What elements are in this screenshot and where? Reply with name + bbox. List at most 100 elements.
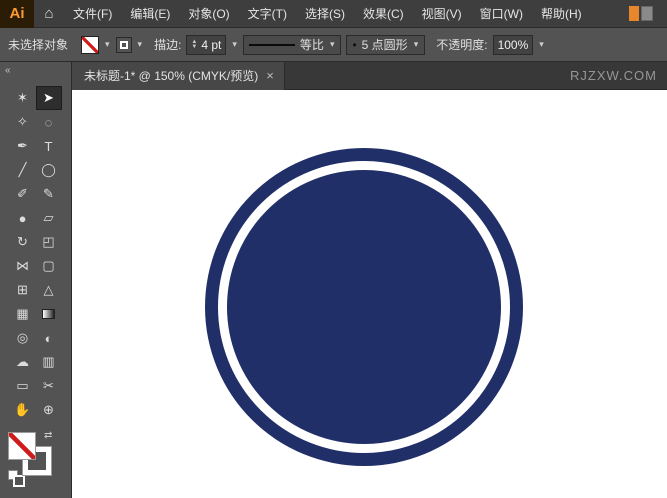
fill-stroke-indicator: ⇄ — [8, 430, 60, 487]
artwork-inner-ring — [218, 161, 510, 453]
menu-view[interactable]: 视图(V) — [413, 0, 471, 28]
gradient-tool-icon — [42, 309, 55, 319]
column-graph-tool[interactable]: ▥ — [36, 350, 62, 374]
artboard-tool-icon: ▭ — [16, 378, 29, 393]
stroke-chevron-icon[interactable]: ▾ — [137, 39, 144, 50]
type-tool-icon: T — [44, 138, 53, 154]
gradient-tool[interactable] — [36, 302, 62, 326]
artboard-tool[interactable]: ▭ — [10, 374, 36, 398]
blend-tool[interactable]: ◐ — [36, 326, 62, 350]
stroke-weight-label: 描边: — [154, 38, 182, 52]
blob-brush-tool-icon: ● — [18, 210, 27, 226]
tools-panel: « ✶ ➤ ✧ ◌ ✒ T ╱ ◯ ✐ ✎ ● ▱ ↻ ◰ ⋈ ▢ ⊞ △ ▦ — [0, 62, 72, 498]
scale-tool-icon: ◰ — [42, 234, 55, 249]
magic-wand-tool-icon: ✧ — [17, 114, 28, 129]
slice-tool[interactable]: ✂ — [36, 374, 62, 398]
control-bar: 未选择对象 ▾ ▾ 描边: ▲ ▼ 4 pt ▾ 等比 ▾ • 5 点圆形 ▾ … — [0, 28, 667, 62]
brush-chevron-icon: ▾ — [413, 39, 419, 49]
default-fill-stroke-icon[interactable] — [8, 470, 25, 487]
swap-fill-stroke-icon[interactable]: ⇄ — [44, 430, 52, 441]
app-logo: Ai — [0, 0, 34, 28]
symbol-sprayer-tool-icon: ☁ — [16, 354, 29, 369]
direct-selection-tool[interactable]: ➤ — [35, 86, 62, 110]
blob-brush-tool[interactable]: ● — [10, 206, 36, 230]
pencil-tool[interactable]: ✎ — [36, 182, 62, 206]
opacity-value[interactable]: 100% — [498, 38, 529, 52]
width-profile-value: 等比 — [299, 38, 324, 52]
selection-tool-icon: ✶ — [17, 90, 28, 105]
fill-indicator-swatch[interactable] — [8, 432, 36, 460]
direct-selection-tool-icon: ➤ — [43, 90, 54, 105]
tab-close-icon[interactable]: × — [266, 68, 274, 83]
fill-chevron-icon[interactable]: ▾ — [104, 39, 111, 50]
column-graph-tool-icon: ▥ — [42, 354, 55, 369]
main-region: « ✶ ➤ ✧ ◌ ✒ T ╱ ◯ ✐ ✎ ● ▱ ↻ ◰ ⋈ ▢ ⊞ △ ▦ — [0, 61, 667, 498]
menu-window[interactable]: 窗口(W) — [471, 0, 532, 28]
shape-builder-tool-icon: ⊞ — [17, 282, 28, 297]
eraser-tool-icon: ▱ — [43, 210, 54, 225]
eyedropper-tool-icon: ◎ — [16, 330, 29, 345]
rotate-tool[interactable]: ↻ — [10, 230, 36, 254]
paintbrush-tool[interactable]: ✐ — [10, 182, 36, 206]
type-tool[interactable]: T — [36, 134, 62, 158]
stroke-line-preview — [248, 43, 295, 46]
lasso-tool[interactable]: ◌ — [36, 110, 62, 134]
profile-chevron-icon: ▾ — [329, 39, 335, 49]
width-profile-dropdown[interactable]: 等比 ▾ — [242, 34, 342, 55]
stroke-weight-value[interactable]: 4 pt — [201, 38, 221, 52]
rotate-tool-icon: ↻ — [17, 234, 28, 249]
artboard-canvas[interactable] — [72, 90, 667, 498]
pen-tool[interactable]: ✒ — [10, 134, 36, 158]
opacity-chevron-icon[interactable]: ▾ — [538, 39, 545, 50]
workspace-switcher-icon[interactable] — [629, 6, 655, 21]
selection-tool[interactable]: ✶ — [10, 86, 36, 110]
stroke-weight-chevron-icon[interactable]: ▾ — [231, 39, 238, 50]
menu-object[interactable]: 对象(O) — [179, 0, 238, 28]
scale-tool[interactable]: ◰ — [36, 230, 62, 254]
document-tab-bar: 未标题-1* @ 150% (CMYK/预览) × RJZXW.COM — [72, 61, 667, 90]
brush-definition-dropdown[interactable]: • 5 点圆形 ▾ — [346, 34, 426, 55]
mesh-tool[interactable]: ▦ — [10, 302, 36, 326]
symbol-sprayer-tool[interactable]: ☁ — [10, 350, 36, 374]
illustrator-window: Ai ⌂ 文件(F) 编辑(E) 对象(O) 文字(T) 选择(S) 效果(C)… — [0, 0, 667, 498]
document-tab[interactable]: 未标题-1* @ 150% (CMYK/预览) × — [72, 61, 285, 90]
document-column: 未标题-1* @ 150% (CMYK/预览) × RJZXW.COM — [72, 61, 667, 498]
menu-type[interactable]: 文字(T) — [239, 0, 296, 28]
shape-builder-tool[interactable]: ⊞ — [10, 278, 36, 302]
stroke-swatch-inner — [119, 40, 128, 49]
width-tool[interactable]: ⋈ — [10, 254, 36, 278]
hand-tool[interactable]: ✋ — [10, 398, 36, 422]
stroke-weight-stepper[interactable]: ▲ ▼ — [191, 39, 197, 50]
zoom-tool[interactable]: ⊕ — [36, 398, 62, 422]
home-icon[interactable]: ⌂ — [34, 0, 64, 28]
stroke-weight-field[interactable]: ▲ ▼ 4 pt — [186, 34, 227, 55]
eraser-tool[interactable]: ▱ — [36, 206, 62, 230]
brush-preview-dot: • — [352, 37, 357, 52]
menu-file[interactable]: 文件(F) — [64, 0, 121, 28]
menu-bar: Ai ⌂ 文件(F) 编辑(E) 对象(O) 文字(T) 选择(S) 效果(C)… — [0, 0, 667, 28]
paintbrush-tool-icon: ✐ — [17, 186, 28, 201]
menu-help[interactable]: 帮助(H) — [532, 0, 591, 28]
watermark-text: RJZXW.COM — [570, 68, 657, 83]
menu-effect[interactable]: 效果(C) — [354, 0, 413, 28]
free-transform-tool[interactable]: ▢ — [36, 254, 62, 278]
mesh-tool-icon: ▦ — [16, 306, 29, 321]
menu-select[interactable]: 选择(S) — [296, 0, 354, 28]
pencil-tool-icon: ✎ — [43, 186, 54, 201]
opacity-field[interactable]: 100% — [492, 34, 534, 55]
eyedropper-tool[interactable]: ◎ — [10, 326, 36, 350]
perspective-grid-tool[interactable]: △ — [36, 278, 62, 302]
artwork-circle[interactable] — [205, 148, 523, 466]
pen-tool-icon: ✒ — [17, 138, 28, 153]
toolbar-collapse-icon[interactable]: « — [0, 62, 71, 80]
line-segment-tool[interactable]: ╱ — [10, 158, 36, 182]
selection-status-label: 未选择对象 — [8, 38, 69, 52]
ellipse-tool[interactable]: ◯ — [36, 158, 62, 182]
stepper-down-icon[interactable]: ▼ — [191, 44, 197, 50]
magic-wand-tool[interactable]: ✧ — [10, 110, 36, 134]
stroke-color-swatch[interactable] — [115, 36, 132, 53]
menu-edit[interactable]: 编辑(E) — [121, 0, 179, 28]
width-tool-icon: ⋈ — [16, 258, 29, 273]
fill-color-swatch[interactable] — [81, 35, 100, 54]
document-tab-title: 未标题-1* @ 150% (CMYK/预览) — [84, 69, 259, 83]
